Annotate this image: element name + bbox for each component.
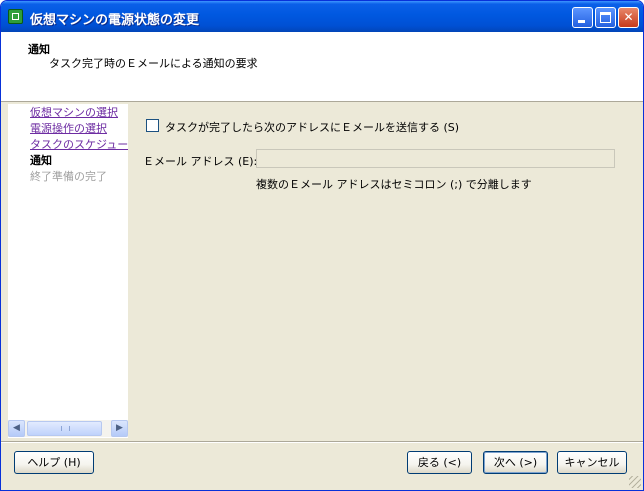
- vm-power-icon: [8, 9, 23, 24]
- close-icon: ✕: [623, 10, 634, 24]
- step-notification: 通知: [30, 154, 52, 167]
- scroll-right-button[interactable]: ▶: [111, 420, 128, 437]
- close-button[interactable]: ✕: [618, 7, 639, 28]
- email-address-field[interactable]: [256, 149, 615, 168]
- scrollbar-thumb[interactable]: [27, 421, 102, 436]
- step-ready-to-complete: 終了準備の完了: [30, 170, 107, 183]
- email-address-hint: 複数のＥメール アドレスはセミコロン (;) で分離します: [256, 178, 532, 191]
- email-address-label: Ｅメール アドレス (E):: [143, 155, 258, 168]
- chevron-left-icon: ◀: [13, 423, 20, 433]
- email-notify-label[interactable]: タスクが完了したら次のアドレスにＥメールを送信する (S): [165, 119, 459, 135]
- sidebar-horizontal-scrollbar[interactable]: ◀ ▶: [8, 420, 128, 437]
- back-button[interactable]: 戻る (<): [407, 451, 472, 474]
- footer-separator: [1, 441, 643, 443]
- resize-grip-icon[interactable]: [629, 476, 641, 488]
- grip-icon: [61, 426, 70, 431]
- next-button[interactable]: 次へ (>): [483, 451, 548, 474]
- step-select-vm[interactable]: 仮想マシンの選択: [30, 106, 118, 120]
- minimize-button[interactable]: [572, 7, 593, 28]
- window-title: 仮想マシンの電源状態の変更: [30, 13, 200, 28]
- email-notify-checkbox[interactable]: [146, 119, 159, 132]
- wizard-header: 通知 タスク完了時のＥメールによる通知の要求: [1, 32, 643, 102]
- help-button[interactable]: ヘルプ (H): [14, 451, 94, 474]
- wizard-steps: 仮想マシンの選択 電源操作の選択 タスクのスケジュール設定 通知 終了準備の完了: [8, 104, 128, 438]
- title-bar[interactable]: 仮想マシンの電源状態の変更 ✕: [1, 1, 643, 32]
- cancel-button[interactable]: キャンセル: [557, 451, 627, 474]
- page-title: 通知: [28, 43, 50, 56]
- chevron-right-icon: ▶: [116, 423, 123, 433]
- scroll-left-button[interactable]: ◀: [8, 420, 25, 437]
- dialog-window: 仮想マシンの電源状態の変更 ✕ 通知 タスク完了時のＥメールによる通知の要求 仮…: [0, 0, 644, 491]
- maximize-button[interactable]: [595, 7, 616, 28]
- step-schedule-task[interactable]: タスクのスケジュール設定: [30, 138, 128, 152]
- page-subtitle: タスク完了時のＥメールによる通知の要求: [49, 57, 258, 70]
- minimize-icon: [578, 20, 585, 23]
- step-select-power-operation[interactable]: 電源操作の選択: [30, 122, 107, 136]
- maximize-icon: [600, 12, 611, 23]
